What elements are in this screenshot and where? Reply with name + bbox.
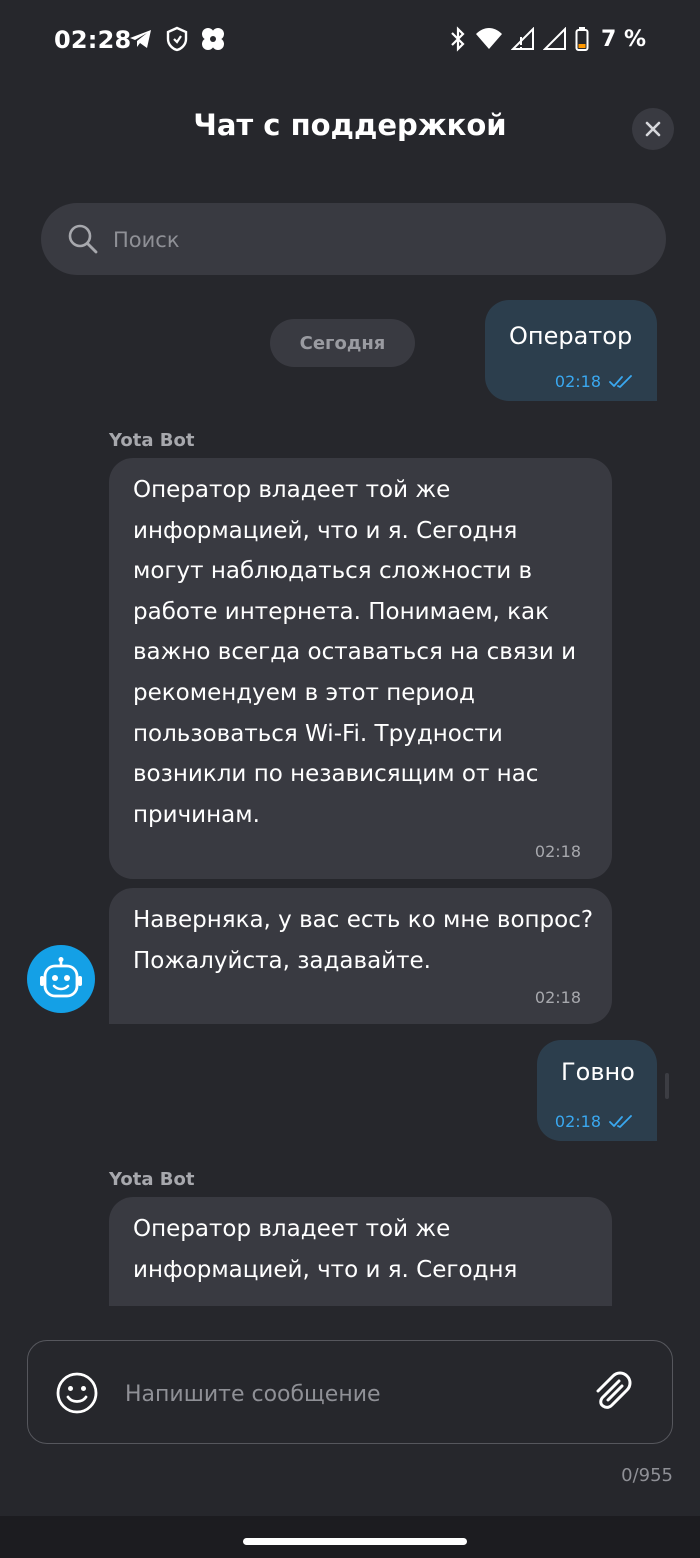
message-time: 02:18: [554, 372, 601, 391]
paperclip-icon[interactable]: [589, 1369, 635, 1415]
page-title: Чат с поддержкой: [193, 108, 507, 142]
close-icon: [644, 120, 662, 138]
app-icon: [200, 26, 226, 52]
message-time: 02:18: [534, 842, 581, 861]
robot-icon: [38, 956, 84, 1002]
scrollbar[interactable]: [665, 1073, 669, 1099]
signal-icon: [542, 27, 567, 51]
double-check-icon: [609, 1114, 633, 1129]
sender-name: Yota Bot: [109, 430, 195, 451]
message-input[interactable]: [123, 1373, 567, 1415]
wifi-icon: [475, 27, 503, 51]
double-check-icon: [609, 374, 633, 389]
message-composer[interactable]: [27, 1340, 673, 1444]
status-bar: 02:28 7 %: [0, 0, 700, 80]
message-outgoing[interactable]: Говно 02:18: [537, 1040, 657, 1141]
shield-icon: [166, 26, 188, 52]
search-input[interactable]: [111, 219, 635, 261]
navigation-bar: [0, 1516, 700, 1558]
character-counter: 0/955: [621, 1465, 673, 1486]
message-meta: 02:18: [555, 372, 633, 391]
message-text: Оператор владеет той же информацией, что…: [133, 1216, 518, 1283]
date-separator: Сегодня: [270, 319, 415, 367]
battery-icon: [575, 26, 589, 52]
home-indicator[interactable]: [243, 1538, 467, 1545]
message-text: Оператор: [509, 322, 633, 350]
message-meta: 02:18: [555, 1112, 633, 1131]
emoji-icon[interactable]: [55, 1371, 99, 1415]
message-incoming[interactable]: Оператор владеет той же информацией, что…: [109, 458, 612, 879]
signal-icon: [510, 27, 535, 51]
status-left-icons: [128, 26, 226, 52]
message-incoming[interactable]: Оператор владеет той же информацией, что…: [109, 1197, 612, 1306]
telegram-icon: [128, 27, 154, 51]
sender-name: Yota Bot: [109, 1169, 195, 1190]
message-meta: 02:18: [535, 842, 581, 861]
search-icon: [67, 223, 99, 255]
search-bar[interactable]: [41, 203, 666, 275]
bluetooth-icon: [449, 26, 467, 52]
message-text: Говно: [561, 1058, 635, 1086]
message-text: Наверняка, у вас есть ко мне вопрос? Пож…: [133, 907, 594, 974]
message-meta: 02:18: [535, 988, 581, 1007]
message-text: Оператор владеет той же информацией, что…: [133, 477, 577, 828]
battery-percent: 7 %: [600, 26, 646, 52]
message-time: 02:18: [554, 1112, 601, 1131]
chat-messages[interactable]: Сегодня Оператор 02:18 Yota Bot Оператор…: [0, 290, 700, 1306]
status-time: 02:28: [54, 26, 132, 54]
status-right-icons: 7 %: [449, 26, 646, 52]
bot-avatar: [27, 945, 95, 1013]
message-time: 02:18: [534, 988, 581, 1007]
message-outgoing[interactable]: Оператор 02:18: [485, 300, 657, 401]
message-incoming[interactable]: Наверняка, у вас есть ко мне вопрос? Пож…: [109, 888, 612, 1024]
close-button[interactable]: [632, 108, 674, 150]
